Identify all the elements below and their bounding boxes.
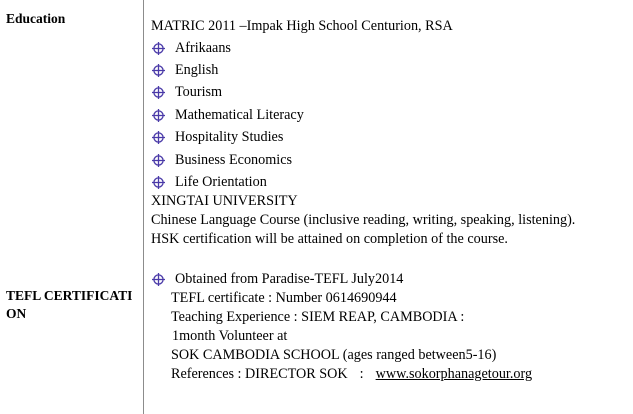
subject-item: Afrikaans [151, 37, 453, 59]
subject-label: Hospitality Studies [175, 129, 284, 146]
education-label: Education [6, 11, 66, 26]
website-link[interactable]: www.sokorphanagetour.org [376, 366, 532, 382]
education-section: MATRIC 2011 –Impak High School Centurion… [151, 17, 453, 194]
subject-item: Tourism [151, 82, 453, 104]
subject-item: Mathematical Literacy [151, 104, 453, 126]
course-line: Chinese Language Course (inclusive readi… [151, 212, 576, 228]
column-divider [143, 0, 144, 414]
references-separator: : [359, 366, 364, 382]
subject-label: Business Economics [175, 151, 293, 168]
circle-crosshair-icon [152, 131, 165, 145]
references-label: References : DIRECTOR SOK [171, 366, 348, 382]
school-line: SOK CAMBODIA SCHOOL (ages ranged between… [171, 347, 497, 363]
circle-crosshair-icon [152, 272, 165, 286]
subject-list: Afrikaans English Tourism Mathematical Lite… [151, 37, 453, 194]
tefl-label: TEFL CERTIFICATION [6, 288, 133, 321]
certificate-line: TEFL certificate : Number 0614690944 [171, 290, 397, 306]
subject-label: English [175, 62, 219, 79]
tefl-bullet-item: Obtained from Paradise-TEFL July2014 [151, 269, 532, 289]
circle-crosshair-icon [152, 86, 165, 100]
university-name: XINGTAI UNIVERSITY [151, 193, 298, 209]
subject-item: Life Orientation [151, 171, 453, 193]
circle-crosshair-icon [152, 108, 165, 122]
volunteer-line: 1month Volunteer at [172, 328, 288, 344]
matric-line: MATRIC 2011 –Impak High School Centurion… [151, 18, 453, 34]
obtained-line: Obtained from Paradise-TEFL July2014 [175, 270, 404, 287]
subject-label: Afrikaans [175, 39, 231, 56]
hsk-line: HSK certification will be attained on co… [151, 231, 508, 247]
subject-label: Mathematical Literacy [175, 106, 304, 123]
references-line: References : DIRECTOR SOK: www.sokorphana… [151, 365, 532, 384]
subject-item: Hospitality Studies [151, 127, 453, 149]
subject-item: Business Economics [151, 149, 453, 171]
circle-crosshair-icon [152, 41, 165, 55]
circle-crosshair-icon [152, 64, 165, 78]
experience-line: Teaching Experience : SIEM REAP, CAMBODI… [171, 309, 465, 325]
subject-item: English [151, 59, 453, 81]
subject-label: Life Orientation [175, 174, 267, 191]
tefl-section: Obtained from Paradise-TEFL July2014 TEF… [151, 269, 532, 384]
subject-label: Tourism [175, 84, 223, 101]
university-section: XINGTAI UNIVERSITY Chinese Language Cour… [151, 192, 575, 249]
circle-crosshair-icon [152, 176, 165, 190]
circle-crosshair-icon [152, 153, 165, 167]
document-page: Education TEFL CERTIFICATION MATRIC 2011… [0, 0, 633, 414]
